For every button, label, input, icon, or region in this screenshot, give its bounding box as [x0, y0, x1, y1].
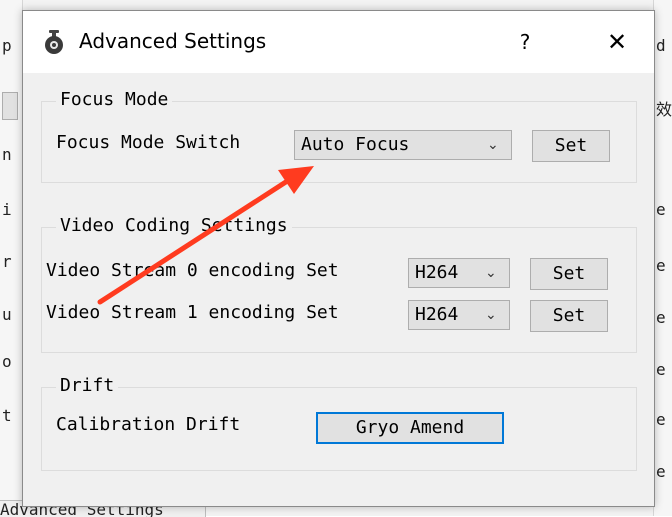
background-text-fragment: o	[2, 352, 12, 371]
video-stream-0-set-button[interactable]: Set	[530, 258, 608, 290]
video-stream-1-set-button[interactable]: Set	[530, 300, 608, 332]
dialog-titlebar[interactable]: Advanced Settings ? ✕	[23, 11, 654, 73]
focus-mode-switch-label: Focus Mode Switch	[56, 132, 241, 153]
video-stream-1-encoding-select[interactable]: H264 ⌄	[408, 300, 510, 330]
dialog-title: Advanced Settings	[79, 29, 267, 53]
background-text-fragment: d	[656, 36, 666, 55]
advanced-settings-dialog: Advanced Settings ? ✕ Focus Mode Focus M…	[22, 10, 655, 507]
group-title-video-coding: Video Coding Settings	[56, 215, 292, 236]
background-text-fragment: n	[2, 145, 12, 164]
video-coding-group: Video Coding Settings Video Stream 0 enc…	[41, 215, 637, 353]
group-title-drift: Drift	[56, 375, 119, 396]
video-stream-0-label: Video Stream 0 encoding Set	[46, 260, 339, 281]
gear-icon	[41, 29, 67, 55]
background-left-panel: p n i r u o t	[0, 0, 23, 516]
video-stream-0-encoding-value: H264	[415, 262, 459, 283]
drift-group: Drift Calibration Drift Gryo Amend	[41, 375, 637, 471]
close-button[interactable]: ✕	[597, 25, 637, 59]
background-text-fragment: e	[656, 256, 666, 275]
video-stream-1-encoding-value: H264	[415, 304, 459, 325]
background-text-fragment: 效	[656, 100, 672, 119]
background-text-fragment: e	[656, 308, 666, 327]
background-text-fragment: u	[2, 305, 12, 324]
chevron-down-icon: ⌄	[485, 265, 497, 281]
focus-mode-group: Focus Mode Focus Mode Switch Auto Focus …	[41, 89, 637, 183]
background-text-fragment: e	[656, 462, 666, 481]
video-stream-1-label: Video Stream 1 encoding Set	[46, 302, 339, 323]
focus-mode-select-value: Auto Focus	[301, 134, 410, 155]
video-stream-0-encoding-select[interactable]: H264 ⌄	[408, 258, 510, 288]
chevron-down-icon: ⌄	[487, 137, 499, 153]
gryo-amend-button[interactable]: Gryo Amend	[316, 412, 504, 444]
background-text-fragment: e	[656, 410, 666, 429]
background-button[interactable]	[2, 92, 18, 120]
background-text-fragment: i	[2, 200, 12, 219]
background-text-fragment: e	[656, 360, 666, 379]
group-title-focus-mode: Focus Mode	[56, 89, 173, 110]
background-text-fragment: p	[2, 36, 12, 55]
background-text-fragment: r	[2, 252, 12, 271]
background-text-fragment: e	[656, 200, 666, 219]
calibration-drift-label: Calibration Drift	[56, 414, 241, 435]
help-button[interactable]: ?	[505, 25, 545, 59]
background-right-panel: d 效 e e e e e e	[653, 0, 672, 516]
focus-mode-select[interactable]: Auto Focus ⌄	[294, 130, 512, 160]
focus-mode-set-button[interactable]: Set	[532, 130, 610, 162]
background-text-fragment: t	[2, 406, 12, 425]
chevron-down-icon: ⌄	[485, 307, 497, 323]
